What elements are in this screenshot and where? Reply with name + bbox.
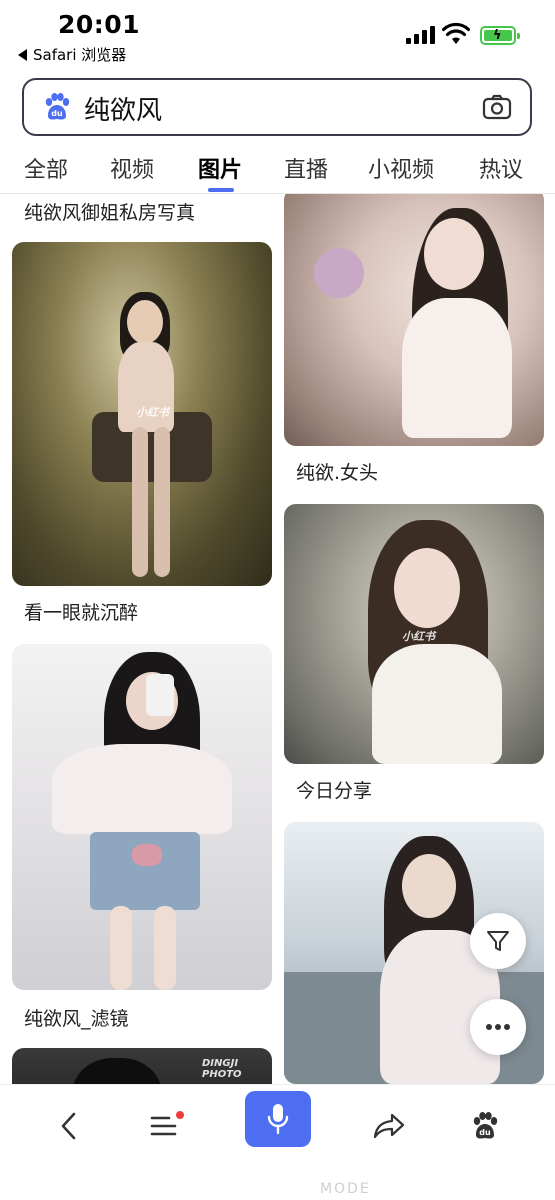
status-bar: 20:01 Safari 浏览器 ϟ xyxy=(0,0,555,68)
back-to-app-link[interactable]: Safari 浏览器 xyxy=(18,44,126,65)
tab-video[interactable]: 视频 xyxy=(110,152,154,184)
category-tabs: 全部 视频 图片 直播 小视频 热议 xyxy=(0,148,555,192)
image-card[interactable]: DINGJI PHOTO xyxy=(12,1048,272,1084)
status-time: 20:01 xyxy=(58,10,141,39)
image-caption[interactable]: 纯欲风_滤镜 xyxy=(24,1004,129,1031)
tab-live[interactable]: 直播 xyxy=(284,152,328,184)
battery-icon: ϟ xyxy=(480,26,520,45)
image-watermark: 小红书 xyxy=(402,630,435,643)
filter-button[interactable] xyxy=(470,913,526,969)
cellular-signal-icon xyxy=(406,26,435,44)
share-button[interactable] xyxy=(364,1101,414,1151)
baidu-home-button[interactable]: du xyxy=(460,1101,510,1151)
svg-text:du: du xyxy=(479,1128,491,1137)
more-dots-icon xyxy=(486,1024,510,1030)
menu-button[interactable] xyxy=(140,1101,190,1151)
phone-shape xyxy=(146,674,174,716)
back-triangle-icon xyxy=(18,48,27,61)
share-icon xyxy=(373,1113,405,1139)
microphone-icon xyxy=(267,1104,289,1135)
image-caption[interactable]: 纯欲风御姐私房写真 xyxy=(24,198,195,225)
search-bar[interactable]: du 纯欲风 xyxy=(22,78,532,136)
filter-icon xyxy=(487,931,509,951)
notification-dot xyxy=(176,1111,184,1119)
image-caption[interactable]: 今日分享 xyxy=(296,776,372,803)
tab-images[interactable]: 图片 xyxy=(198,152,242,184)
wifi-icon xyxy=(442,22,470,44)
tab-hot-topics[interactable]: 热议 xyxy=(479,152,523,184)
image-caption[interactable]: 纯欲.女头 xyxy=(296,458,378,485)
image-watermark: DINGJI PHOTO xyxy=(202,1058,242,1080)
bow-shape xyxy=(132,844,162,866)
baidu-paw-icon: du xyxy=(473,1112,498,1139)
image-card[interactable]: 小红书 xyxy=(284,504,544,764)
image-caption[interactable]: 看一眼就沉醉 xyxy=(24,598,138,625)
bottom-navigation: du MODE xyxy=(0,1084,555,1200)
home-indicator-label: MODE xyxy=(320,1181,371,1197)
more-button[interactable] xyxy=(470,999,526,1055)
charging-bolt-icon: ϟ xyxy=(493,28,502,43)
voice-search-button[interactable] xyxy=(245,1091,311,1147)
active-tab-indicator xyxy=(208,188,234,192)
image-card[interactable]: 小红书 xyxy=(12,242,272,586)
flower-pot-shape xyxy=(314,248,364,298)
camera-icon[interactable] xyxy=(482,94,512,120)
baidu-paw-icon[interactable]: du xyxy=(42,92,72,122)
image-card[interactable] xyxy=(284,194,544,446)
back-button[interactable] xyxy=(44,1101,94,1151)
image-card[interactable] xyxy=(12,644,272,990)
tab-all[interactable]: 全部 xyxy=(24,152,68,184)
back-arrow-icon xyxy=(61,1112,76,1140)
back-app-label: Safari 浏览器 xyxy=(33,46,127,64)
search-input[interactable]: 纯欲风 xyxy=(84,90,162,127)
tab-short-video[interactable]: 小视频 xyxy=(368,152,434,184)
image-watermark: 小红书 xyxy=(136,406,169,419)
svg-text:du: du xyxy=(51,109,63,118)
